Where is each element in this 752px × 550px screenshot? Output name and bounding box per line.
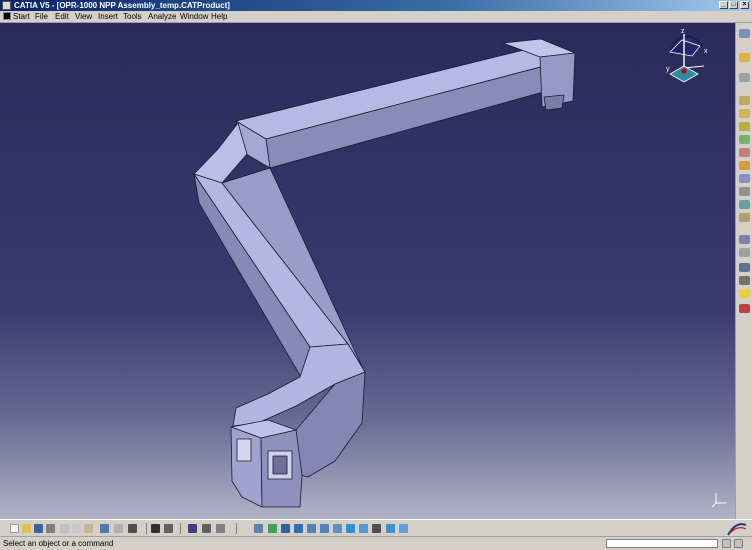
copy-icon[interactable] <box>72 524 81 533</box>
zoom-in-icon[interactable] <box>307 524 316 533</box>
hide-show-icon[interactable] <box>386 524 395 533</box>
new-icon[interactable] <box>10 524 19 533</box>
right-toolbar <box>735 23 752 519</box>
menu-start[interactable]: Start <box>13 11 30 22</box>
annotation-icon[interactable] <box>739 213 750 222</box>
minimize-button[interactable]: _ <box>719 1 728 9</box>
sectioning-icon[interactable] <box>739 200 750 209</box>
toolbar-separator <box>146 523 147 534</box>
catia-app-icon[interactable] <box>2 1 11 10</box>
command-stop-icon[interactable] <box>734 539 743 548</box>
compass-x-label: x <box>704 48 708 55</box>
print-icon[interactable] <box>46 524 55 533</box>
bottom-box-small-opening <box>236 438 252 462</box>
assembly-constraint-icon[interactable] <box>739 109 750 118</box>
menu-help[interactable]: Help <box>211 11 227 22</box>
compass-y-label: y <box>666 66 670 73</box>
pan-icon[interactable] <box>281 524 290 533</box>
catalog-icon[interactable] <box>188 524 197 533</box>
menu-window[interactable]: Window <box>180 11 208 22</box>
measure-icon[interactable] <box>202 524 211 533</box>
menu-bar: Start File Edit View Insert Tools Analyz… <box>0 11 752 23</box>
rotate-icon[interactable] <box>294 524 303 533</box>
move-icon[interactable] <box>739 122 750 131</box>
menu-insert[interactable]: Insert <box>98 11 118 22</box>
explode-icon[interactable] <box>739 148 750 157</box>
publication-icon[interactable] <box>739 276 750 285</box>
gear-icon[interactable] <box>739 96 750 105</box>
menu-view[interactable]: View <box>75 11 92 22</box>
compass-widget[interactable]: z x y <box>664 26 714 86</box>
bill-of-materials-icon[interactable] <box>739 248 750 257</box>
bottom-toolbar <box>0 519 752 537</box>
open-icon[interactable] <box>22 524 31 533</box>
formula-icon[interactable] <box>151 524 160 533</box>
duct-assembly-model[interactable] <box>193 38 576 508</box>
save-icon[interactable] <box>34 524 43 533</box>
maximize-button[interactable]: □ <box>729 1 738 9</box>
window-title: CATIA V5 - [OPR-1000 NPP Assembly_temp.C… <box>14 1 230 10</box>
whats-this-icon[interactable] <box>128 524 137 533</box>
axis-system-icon <box>711 493 726 508</box>
command-input[interactable] <box>606 539 718 548</box>
lightbulb-icon[interactable] <box>739 289 750 298</box>
toolbar-separator <box>180 523 181 534</box>
undo-icon[interactable] <box>100 524 109 533</box>
shading-icon[interactable] <box>372 524 381 533</box>
section-icon[interactable] <box>739 174 750 183</box>
command-dropdown-icon[interactable] <box>722 539 731 548</box>
clash-icon[interactable] <box>739 161 750 170</box>
iso-view-icon[interactable] <box>359 524 368 533</box>
delete-icon[interactable] <box>739 304 750 313</box>
title-bar: CATIA V5 - [OPR-1000 NPP Assembly_temp.C… <box>0 0 752 11</box>
comment-icon[interactable] <box>164 524 173 533</box>
3d-viewport[interactable]: z x y <box>0 23 735 519</box>
close-button[interactable]: × <box>740 1 749 9</box>
menu-edit[interactable]: Edit <box>55 11 69 22</box>
normal-view-icon[interactable] <box>333 524 342 533</box>
assembly-model-canvas[interactable] <box>0 23 735 519</box>
catia-logo <box>727 523 747 536</box>
catalog-icon[interactable] <box>739 235 750 244</box>
toolbar-separator <box>236 523 237 534</box>
cut-icon[interactable] <box>60 524 69 533</box>
product-structure-icon[interactable] <box>739 73 750 82</box>
distance-icon[interactable] <box>739 187 750 196</box>
inertia-icon[interactable] <box>216 524 225 533</box>
menu-analyze[interactable]: Analyze <box>148 11 176 22</box>
multi-view-icon[interactable] <box>346 524 355 533</box>
redo-icon[interactable] <box>114 524 123 533</box>
start-menu-icon[interactable] <box>3 12 11 20</box>
status-message: Select an object or a command <box>3 539 114 548</box>
swap-visible-icon[interactable] <box>399 524 408 533</box>
menu-file[interactable]: File <box>35 11 48 22</box>
paste-icon[interactable] <box>84 524 93 533</box>
tools-palette-icon[interactable] <box>739 29 750 38</box>
right-end-fitting-bottom <box>543 94 565 111</box>
corner-elbow-top <box>193 122 248 184</box>
select-icon[interactable] <box>739 53 750 62</box>
scenes-icon[interactable] <box>739 263 750 272</box>
fly-mode-icon[interactable] <box>254 524 263 533</box>
bottom-box-opening-inner <box>272 455 288 475</box>
menu-tools[interactable]: Tools <box>123 11 142 22</box>
zoom-out-icon[interactable] <box>320 524 329 533</box>
status-bar: Select an object or a command <box>0 536 752 550</box>
compass-z-label: z <box>681 28 685 35</box>
fit-all-icon[interactable] <box>268 524 277 533</box>
compass-base-icon <box>669 65 699 83</box>
snap-icon[interactable] <box>739 135 750 144</box>
